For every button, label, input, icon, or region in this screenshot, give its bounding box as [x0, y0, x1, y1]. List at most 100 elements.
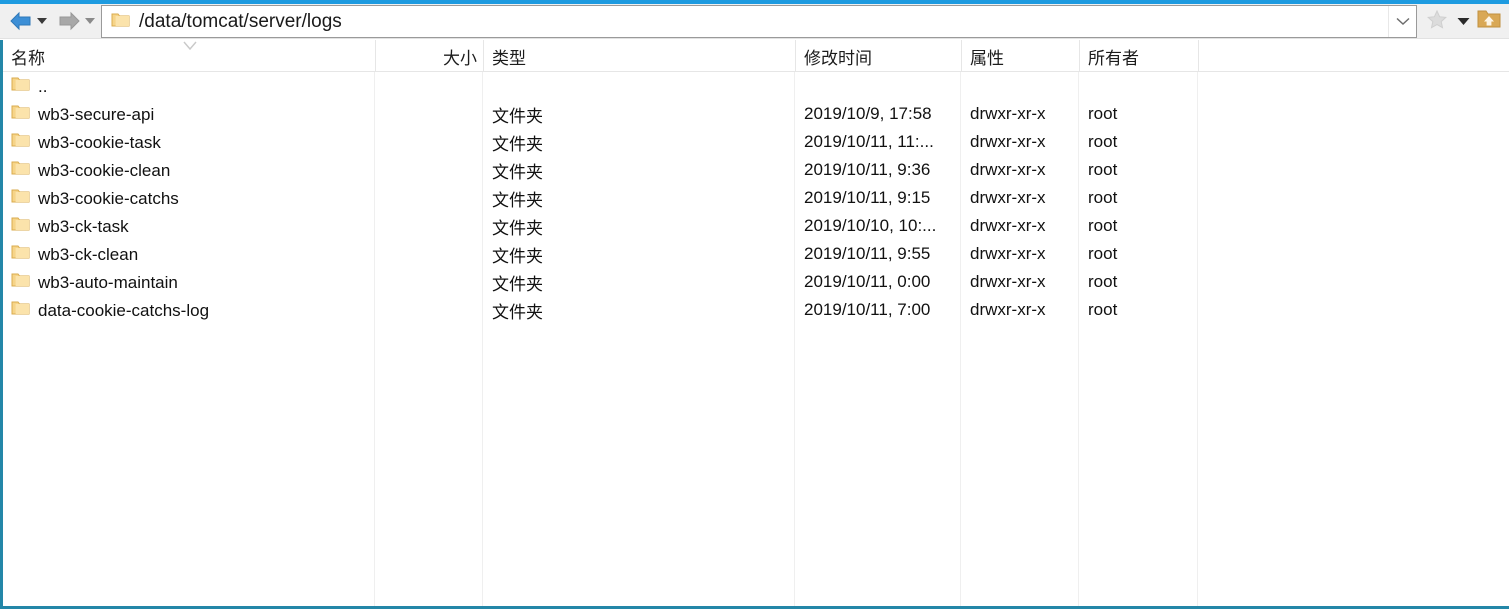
cell-name[interactable]: wb3-cookie-clean — [3, 156, 375, 184]
address-bar[interactable]: /data/tomcat/server/logs — [101, 5, 1417, 38]
forward-button[interactable] — [56, 8, 82, 34]
column-header-name[interactable]: 名称 — [3, 40, 375, 72]
cell-attributes: drwxr-xr-x — [970, 216, 1046, 235]
cell-name[interactable]: wb3-secure-api — [3, 100, 375, 128]
table-row[interactable]: wb3-ck-clean 文件夹 2019/10/11, 9:55 drwxr-xr-… — [3, 240, 1509, 268]
cell-attributes: drwxr-xr-x — [970, 244, 1046, 263]
cell-owner: root — [1088, 300, 1118, 319]
file-manager-window: /data/tomcat/server/logs 名称 大小 类型 修改时间 属… — [0, 0, 1509, 609]
cell-owner: root — [1088, 188, 1118, 207]
column-header-name-label: 名称 — [11, 48, 45, 68]
address-path-text[interactable]: /data/tomcat/server/logs — [139, 12, 1388, 31]
column-header-modified-label: 修改时间 — [804, 48, 872, 68]
folder-icon — [11, 75, 30, 97]
file-list-pane: 名称 大小 类型 修改时间 属性 所有者 .. wb3-secure-api 文… — [0, 40, 1509, 609]
file-name-label: wb3-cookie-clean — [38, 160, 171, 180]
cell-name[interactable]: wb3-cookie-catchs — [3, 184, 375, 212]
cell-attributes: drwxr-xr-x — [970, 300, 1046, 319]
home-button[interactable] — [1474, 7, 1504, 37]
column-header-extra[interactable] — [1198, 40, 1509, 72]
favorites-dropdown-button[interactable] — [1454, 7, 1472, 37]
cell-size — [375, 156, 483, 184]
folder-icon — [11, 271, 30, 293]
cell-name[interactable]: wb3-auto-maintain — [3, 268, 375, 296]
cell-name[interactable]: wb3-cookie-task — [3, 128, 375, 156]
back-button[interactable] — [8, 8, 34, 34]
cell-owner: root — [1088, 216, 1118, 235]
table-row[interactable]: data-cookie-catchs-log 文件夹 2019/10/11, 7:0… — [3, 296, 1509, 324]
file-name-label: wb3-cookie-catchs — [38, 188, 179, 208]
back-history-dropdown[interactable] — [34, 10, 50, 32]
file-name-label: wb3-auto-maintain — [38, 272, 178, 292]
cell-name[interactable]: .. — [3, 72, 375, 100]
file-name-label: .. — [38, 76, 48, 96]
cell-type: 文件夹 — [492, 274, 543, 294]
cell-size — [375, 296, 483, 324]
cell-modified: 2019/10/10, 10:... — [804, 216, 937, 235]
cell-size — [375, 100, 483, 128]
cell-owner: root — [1088, 272, 1118, 291]
forward-arrow-icon — [56, 10, 82, 32]
cell-owner: root — [1088, 132, 1118, 151]
cell-size — [375, 184, 483, 212]
table-row[interactable]: wb3-cookie-catchs 文件夹 2019/10/11, 9:15 drwx… — [3, 184, 1509, 212]
cell-type: 文件夹 — [492, 106, 543, 126]
cell-size — [375, 268, 483, 296]
folder-icon — [111, 11, 130, 33]
folder-icon — [11, 187, 30, 209]
cell-name[interactable]: wb3-ck-task — [3, 212, 375, 240]
cell-modified: 2019/10/11, 0:00 — [804, 272, 931, 291]
cell-modified — [795, 72, 961, 100]
table-row[interactable]: wb3-ck-task 文件夹 2019/10/10, 10:... drwxr-xr… — [3, 212, 1509, 240]
file-name-label: wb3-cookie-task — [38, 132, 161, 152]
star-icon — [1426, 9, 1448, 35]
table-row[interactable]: wb3-auto-maintain 文件夹 2019/10/11, 0:00 drwx… — [3, 268, 1509, 296]
cell-size — [375, 212, 483, 240]
cell-type: 文件夹 — [492, 190, 543, 210]
column-header-type[interactable]: 类型 — [483, 40, 795, 72]
column-header-type-label: 类型 — [492, 48, 526, 68]
folder-icon — [11, 131, 30, 153]
cell-attributes: drwxr-xr-x — [970, 104, 1046, 123]
column-header-attributes-label: 属性 — [970, 48, 1004, 68]
column-header-size-label: 大小 — [443, 48, 477, 68]
cell-owner — [1079, 72, 1198, 100]
table-row[interactable]: .. — [3, 72, 1509, 100]
table-row[interactable]: wb3-cookie-clean 文件夹 2019/10/11, 9:36 drwxr… — [3, 156, 1509, 184]
cell-name[interactable]: wb3-ck-clean — [3, 240, 375, 268]
table-row[interactable]: wb3-cookie-task 文件夹 2019/10/11, 11:... drwx… — [3, 128, 1509, 156]
cell-size — [375, 240, 483, 268]
file-name-label: wb3-secure-api — [38, 104, 155, 124]
cell-type: 文件夹 — [492, 218, 543, 238]
favorites-button[interactable] — [1422, 7, 1452, 37]
cell-owner: root — [1088, 104, 1118, 123]
cell-size — [375, 128, 483, 156]
toolbar-right-actions — [1422, 5, 1504, 38]
column-header-attributes[interactable]: 属性 — [961, 40, 1079, 72]
file-list-body[interactable]: .. wb3-secure-api 文件夹 2019/10/9, 17:58 drwxr… — [3, 72, 1509, 606]
file-name-label: data-cookie-catchs-log — [38, 300, 210, 320]
cell-name[interactable]: data-cookie-catchs-log — [3, 296, 375, 324]
folder-icon — [11, 159, 30, 181]
cell-type — [483, 72, 795, 100]
folder-icon — [11, 103, 30, 125]
column-header-modified[interactable]: 修改时间 — [795, 40, 961, 72]
folder-icon — [11, 243, 30, 265]
cell-attributes: drwxr-xr-x — [970, 272, 1046, 291]
cell-modified: 2019/10/11, 9:55 — [804, 244, 931, 263]
cell-modified: 2019/10/11, 9:36 — [804, 160, 931, 179]
table-row[interactable]: wb3-secure-api 文件夹 2019/10/9, 17:58 drwxr-x… — [3, 100, 1509, 128]
forward-history-dropdown[interactable] — [82, 10, 98, 32]
back-arrow-icon — [8, 10, 34, 32]
cell-attributes: drwxr-xr-x — [970, 160, 1046, 179]
file-name-label: wb3-ck-task — [38, 216, 129, 236]
cell-type: 文件夹 — [492, 134, 543, 154]
address-dropdown-chevron-down-icon[interactable] — [1388, 6, 1416, 37]
cell-owner: root — [1088, 244, 1118, 263]
folder-icon — [11, 299, 30, 321]
chevron-down-icon — [1457, 13, 1470, 31]
cell-modified: 2019/10/11, 11:... — [804, 132, 934, 151]
column-header-owner[interactable]: 所有者 — [1079, 40, 1198, 72]
column-header-size[interactable]: 大小 — [375, 40, 483, 72]
home-folder-icon — [1476, 7, 1502, 36]
